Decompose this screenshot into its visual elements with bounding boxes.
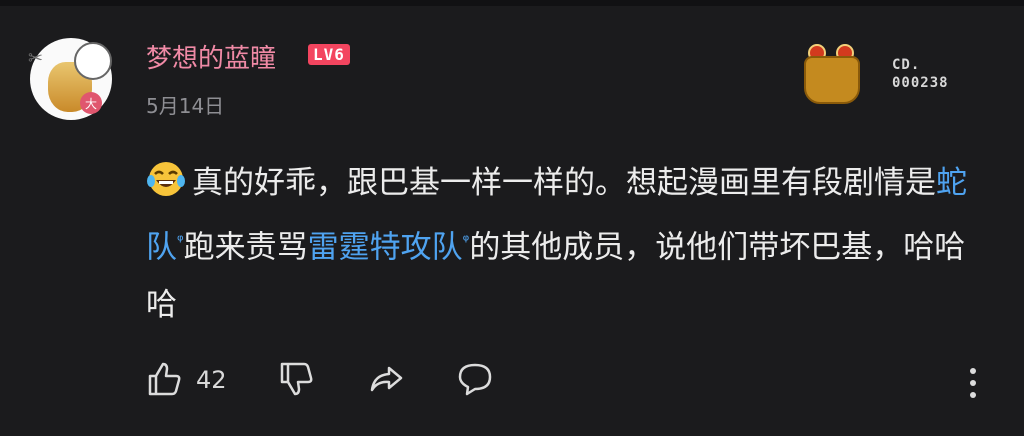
thumbs-up-icon [148, 362, 181, 396]
medal-body [804, 56, 860, 104]
share-button[interactable] [368, 360, 406, 402]
comment-text-part1: 真的好乖，跟巴基一样一样的。想起漫画里有段剧情是 [192, 165, 936, 201]
fan-number-value: 000238 [892, 75, 949, 91]
avatar[interactable]: ✂ 大 [28, 36, 122, 122]
scissors-icon: ✂ [28, 48, 44, 69]
more-options-button[interactable] [958, 366, 988, 400]
comment-text-part2: 跑来责骂 [183, 229, 308, 266]
comment-icon [458, 363, 492, 396]
laughing-crying-emoji [147, 162, 185, 196]
username[interactable]: 梦想的蓝瞳 [146, 38, 276, 75]
avatar-badge: 大 [80, 92, 102, 114]
fan-medal-icon[interactable] [800, 44, 860, 110]
fan-number: CD. 000238 [892, 56, 949, 92]
search-icon[interactable]: ᵠ [177, 231, 184, 250]
avatar-frame-ornament [74, 42, 112, 80]
top-divider [0, 0, 1024, 6]
fan-number-prefix: CD. [892, 57, 921, 73]
reply-button[interactable] [456, 360, 494, 402]
comment-text: 真的好乖，跟巴基一样一样的。想起漫画里有段剧情是蛇队ᵠ跑来责骂雷霆特攻队ᵠ的其他… [146, 154, 996, 334]
like-count: 42 [196, 366, 227, 394]
level-badge: LV6 [308, 44, 350, 65]
post-date: 5月14日 [146, 94, 225, 118]
thumbs-down-icon [280, 362, 313, 396]
topic-link-thunderbolts[interactable]: 雷霆特攻队 [308, 229, 463, 265]
dislike-button[interactable] [278, 360, 316, 402]
share-icon [370, 366, 403, 392]
like-button[interactable] [146, 360, 184, 402]
